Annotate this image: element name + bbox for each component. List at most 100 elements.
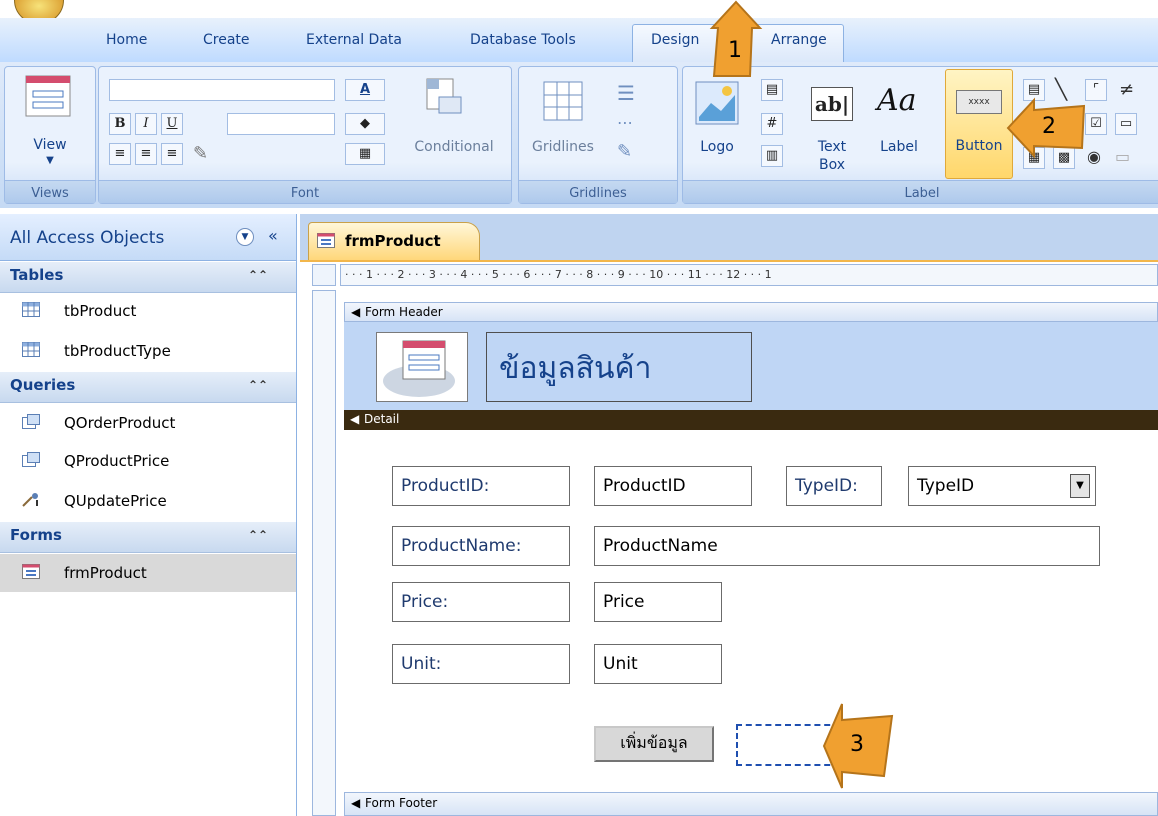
gridlines-icon bbox=[543, 81, 583, 121]
bold-button[interactable]: B bbox=[109, 113, 131, 135]
option-group-icon[interactable]: ⌜ bbox=[1085, 79, 1107, 101]
button-preview-icon: xxxx bbox=[956, 90, 1002, 114]
horizontal-ruler: · · · 1 · · · 2 · · · 3 · · · 4 · · · 5 … bbox=[340, 264, 1158, 286]
form-icon bbox=[22, 564, 40, 579]
price-label[interactable]: Price: bbox=[392, 582, 570, 622]
text-box-icon: ab| bbox=[811, 87, 853, 121]
gridline-color-icon[interactable]: ✎ bbox=[617, 141, 632, 162]
align-right-icon[interactable]: ≡ bbox=[161, 143, 183, 165]
unit-label[interactable]: Unit: bbox=[392, 644, 570, 684]
font-name-combo[interactable] bbox=[109, 79, 335, 101]
nav-item-qupdateprice[interactable]: QUpdatePrice bbox=[0, 482, 296, 520]
tab-control-icon[interactable]: ▭ bbox=[1115, 147, 1130, 166]
callout-3: 3 bbox=[820, 700, 900, 790]
gridlines-group-label: Gridlines bbox=[569, 186, 627, 201]
italic-button[interactable]: I bbox=[135, 113, 157, 135]
label-icon: Aa bbox=[877, 83, 917, 118]
logo-icon bbox=[695, 81, 739, 125]
rectangle-icon[interactable]: ▭ bbox=[1115, 113, 1137, 135]
nav-category-tables[interactable]: Tables ⌃⌃ bbox=[0, 262, 296, 293]
tab-external-data[interactable]: External Data bbox=[306, 32, 402, 48]
option-button-icon[interactable]: ◉ bbox=[1087, 147, 1101, 166]
controls-group-label: Label bbox=[904, 186, 940, 201]
query-icon bbox=[22, 452, 40, 467]
button-control-selected[interactable]: xxxx Button bbox=[945, 69, 1013, 179]
view-dropdown-icon[interactable]: ▼ bbox=[5, 155, 95, 166]
title-icon[interactable]: ▤ bbox=[761, 79, 783, 101]
tab-home[interactable]: Home bbox=[106, 32, 147, 48]
document-tab-strip: frmProduct bbox=[300, 214, 1158, 262]
font-color-button[interactable]: A bbox=[345, 79, 385, 101]
productname-label[interactable]: ProductName: bbox=[392, 526, 570, 566]
gridline-style-icon[interactable]: ⋯ bbox=[617, 113, 633, 132]
checkbox-icon[interactable]: ☑ bbox=[1085, 113, 1107, 135]
form-header-bar[interactable]: ◀ Form Header bbox=[344, 302, 1158, 322]
nav-menu-dropdown-icon[interactable]: ▼ bbox=[236, 228, 254, 246]
collapse-icon[interactable]: ⌃⌃ bbox=[248, 528, 268, 542]
form-footer-bar[interactable]: ◀ Form Footer bbox=[344, 792, 1158, 816]
format-painter-icon[interactable]: ✎ bbox=[193, 143, 208, 164]
tab-create[interactable]: Create bbox=[203, 32, 250, 48]
vertical-ruler bbox=[312, 290, 336, 816]
typeid-combobox[interactable]: TypeID bbox=[908, 466, 1096, 506]
ribbon: View ▼ Views B I U ≡ ≡ ≡ ✎ A ◆ ▦ Conditi… bbox=[0, 62, 1158, 208]
views-group: View ▼ Views bbox=[4, 66, 96, 204]
date-time-icon[interactable]: ▥ bbox=[761, 145, 783, 167]
section-arrow-icon: ◀ bbox=[351, 796, 361, 810]
ruler-ticks: · · · 1 · · · 2 · · · 3 · · · 4 · · · 5 … bbox=[345, 268, 772, 281]
underline-button[interactable]: U bbox=[161, 113, 183, 135]
collapse-icon[interactable]: ⌃⌃ bbox=[248, 268, 268, 282]
add-data-button[interactable]: เพิ่มข้อมูล bbox=[594, 726, 714, 762]
unit-textbox[interactable]: Unit bbox=[594, 644, 722, 684]
text-box-button[interactable]: Text bbox=[807, 139, 857, 155]
detail-section[interactable]: ProductID: ProductID TypeID: TypeID ▼ Pr… bbox=[344, 430, 1158, 790]
callout-3-label: 3 bbox=[850, 732, 864, 757]
detail-bar[interactable]: ◀ Detail bbox=[344, 410, 1158, 430]
callout-1: 1 bbox=[700, 0, 792, 80]
nav-item-frmproduct[interactable]: frmProduct bbox=[0, 554, 296, 592]
table-icon bbox=[22, 342, 40, 357]
form-view-icon bbox=[25, 75, 71, 117]
align-left-icon[interactable]: ≡ bbox=[109, 143, 131, 165]
fill-color-icon[interactable]: ◆ bbox=[345, 113, 385, 135]
line-style-icon[interactable]: ▦ bbox=[345, 143, 385, 165]
toggle-icon[interactable]: ≠ bbox=[1119, 79, 1134, 100]
nav-header[interactable]: All Access Objects ▼ « bbox=[0, 214, 296, 261]
view-button[interactable]: View bbox=[5, 137, 95, 153]
tab-design[interactable]: Design bbox=[651, 32, 699, 48]
nav-category-queries[interactable]: Queries ⌃⌃ bbox=[0, 372, 296, 403]
collapse-icon[interactable]: ⌃⌃ bbox=[248, 378, 268, 392]
nav-item-qorderproduct[interactable]: QOrderProduct bbox=[0, 404, 296, 442]
typeid-label[interactable]: TypeID: bbox=[786, 466, 882, 506]
form-title-label[interactable]: ข้อมูลสินค้า bbox=[486, 332, 752, 402]
tab-database-tools[interactable]: Database Tools bbox=[470, 32, 576, 48]
conditional-format-icon bbox=[426, 78, 462, 114]
productid-textbox[interactable]: ProductID bbox=[594, 466, 752, 506]
ribbon-tab-bar: Home Create External Data Database Tools… bbox=[0, 18, 1158, 63]
page-numbers-icon[interactable]: # bbox=[761, 113, 783, 135]
shutter-bar-close-icon[interactable]: « bbox=[268, 226, 278, 245]
nav-item-tbproduct[interactable]: tbProduct bbox=[0, 292, 296, 330]
label-button[interactable]: Label bbox=[871, 139, 927, 155]
combo-dropdown-icon[interactable]: ▼ bbox=[1070, 474, 1090, 498]
conditional-button[interactable]: Conditional bbox=[399, 139, 509, 155]
productname-textbox[interactable]: ProductName bbox=[594, 526, 1100, 566]
form-logo[interactable] bbox=[376, 332, 468, 402]
productid-label[interactable]: ProductID: bbox=[392, 466, 570, 506]
gridlines-button[interactable]: Gridlines bbox=[523, 139, 603, 155]
document-tab-frmproduct[interactable]: frmProduct bbox=[308, 222, 480, 260]
nav-item-tbproducttype[interactable]: tbProductType bbox=[0, 332, 296, 370]
gridline-width-icon[interactable]: ☰ bbox=[617, 81, 635, 105]
nav-title[interactable]: All Access Objects bbox=[10, 228, 164, 248]
nav-item-qproductprice[interactable]: QProductPrice bbox=[0, 442, 296, 480]
logo-button[interactable]: Logo bbox=[689, 139, 745, 155]
form-selector[interactable] bbox=[312, 264, 336, 286]
font-size-combo[interactable] bbox=[227, 113, 335, 135]
align-center-icon[interactable]: ≡ bbox=[135, 143, 157, 165]
form-header-section[interactable]: ข้อมูลสินค้า bbox=[344, 322, 1158, 410]
nav-category-forms[interactable]: Forms ⌃⌃ bbox=[0, 522, 296, 553]
gridlines-group: Gridlines ☰ ⋯ ✎ Gridlines bbox=[518, 66, 678, 204]
section-arrow-icon: ◀ bbox=[350, 412, 360, 426]
font-group: B I U ≡ ≡ ≡ ✎ A ◆ ▦ Conditional Font bbox=[98, 66, 512, 204]
price-textbox[interactable]: Price bbox=[594, 582, 722, 622]
